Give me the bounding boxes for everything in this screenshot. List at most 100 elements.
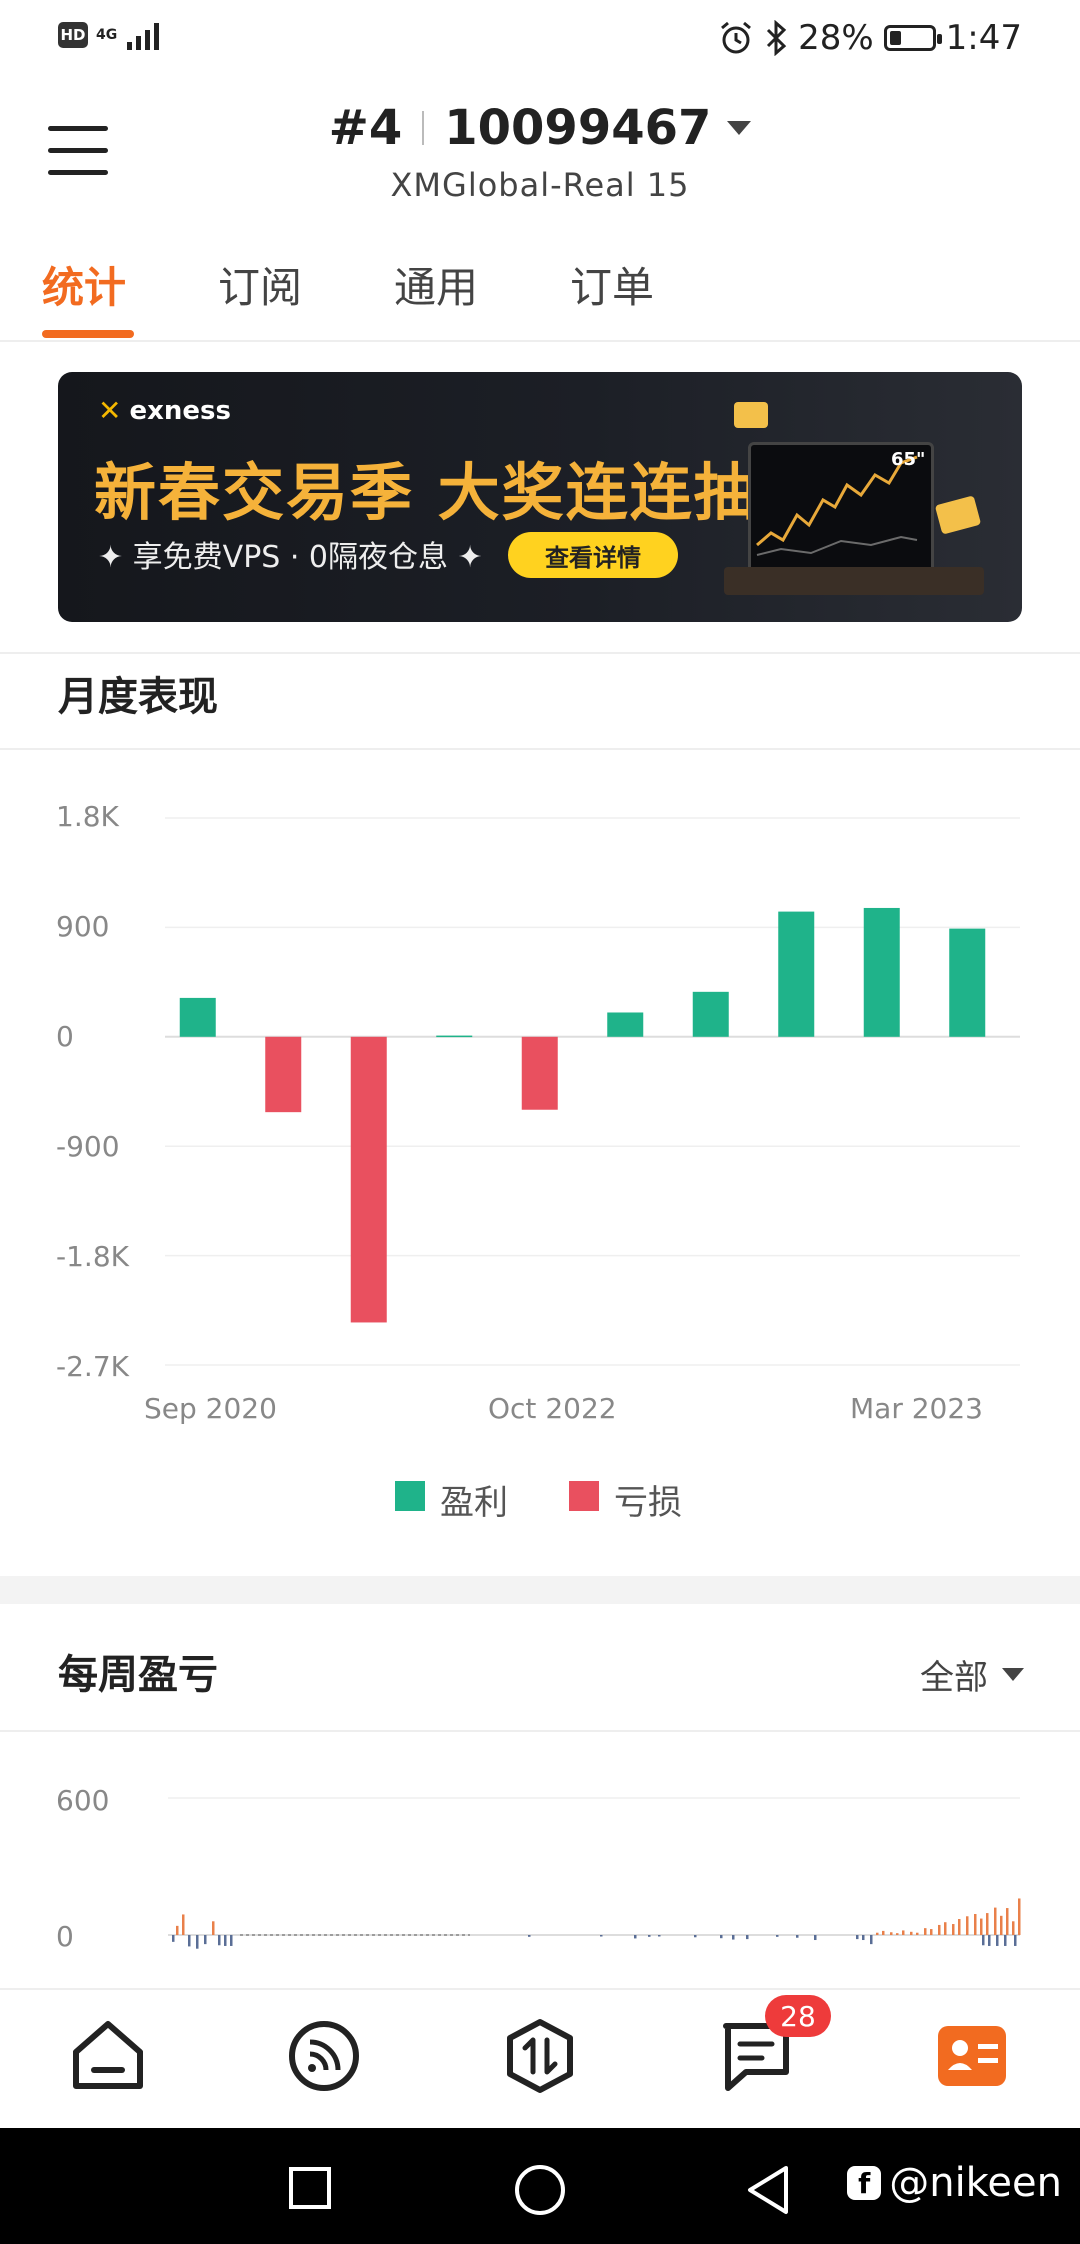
weekly-title: 每周盈亏 bbox=[58, 1652, 218, 1698]
trade-icon[interactable] bbox=[500, 2016, 580, 2096]
active-tab-indicator bbox=[42, 330, 134, 338]
legend-loss-swatch bbox=[569, 1481, 599, 1511]
divider bbox=[0, 652, 1080, 654]
weekly-bar bbox=[910, 1931, 913, 1935]
legend-profit-swatch bbox=[395, 1481, 425, 1511]
account-number: #4 bbox=[328, 100, 403, 156]
section-gap bbox=[0, 1576, 1080, 1604]
server-name: XMGlobal-Real 15 bbox=[390, 166, 690, 204]
weekly-bar bbox=[988, 1935, 991, 1946]
weekly-bar bbox=[1012, 1921, 1015, 1935]
weekly-bar bbox=[172, 1935, 175, 1942]
chart-bar bbox=[863, 907, 900, 1037]
status-right: 28% 1:47 bbox=[718, 18, 1022, 58]
weekly-bar bbox=[944, 1922, 947, 1935]
weekly-bar bbox=[916, 1932, 919, 1935]
weekly-bar bbox=[230, 1935, 233, 1946]
weekly-bar bbox=[974, 1913, 977, 1935]
weekly-bar bbox=[882, 1930, 885, 1935]
weekly-bar bbox=[776, 1935, 779, 1937]
gift-icon bbox=[734, 402, 768, 428]
legend-profit-label: 盈利 bbox=[440, 1483, 508, 1523]
network-label: 4G bbox=[96, 27, 118, 43]
divider bbox=[0, 1730, 1080, 1732]
account-selector[interactable]: #4 10099467 bbox=[0, 98, 1080, 158]
weekly-bar bbox=[902, 1930, 905, 1935]
chart-bar bbox=[179, 997, 216, 1037]
weekly-bar bbox=[1000, 1915, 1003, 1935]
battery-percent: 28% bbox=[798, 18, 874, 58]
weekly-bar bbox=[212, 1921, 215, 1935]
weekly-bar bbox=[1004, 1935, 1007, 1946]
weekly-bar bbox=[958, 1919, 961, 1935]
home-circle-icon[interactable] bbox=[514, 2164, 566, 2216]
weekly-bar bbox=[732, 1935, 735, 1940]
weekly-bar bbox=[694, 1935, 697, 1938]
banner-brand-name: exness bbox=[129, 395, 231, 426]
weekly-bar bbox=[196, 1935, 199, 1949]
weekly-bar bbox=[224, 1935, 227, 1946]
weekly-bar bbox=[204, 1935, 207, 1945]
weekly-bar bbox=[896, 1933, 899, 1935]
feed-icon[interactable] bbox=[284, 2016, 364, 2096]
chart-bar bbox=[265, 1036, 302, 1113]
weekly-chart bbox=[168, 1797, 1021, 1949]
battery-icon bbox=[883, 25, 942, 51]
legend-loss-label: 亏损 bbox=[614, 1483, 682, 1523]
watermark: f @nikeen bbox=[847, 2160, 1062, 2206]
status-bar: HD 4G 28% 1:47 bbox=[0, 0, 1080, 80]
chart-bar bbox=[521, 1036, 558, 1110]
weekly-bar bbox=[188, 1935, 191, 1947]
weekly-bar bbox=[986, 1913, 989, 1935]
exness-logo-icon: ✕ bbox=[98, 394, 122, 427]
weekly-bar bbox=[658, 1935, 661, 1937]
signal-icon bbox=[127, 23, 160, 50]
weekly-bar bbox=[862, 1935, 865, 1941]
back-icon[interactable] bbox=[744, 2164, 792, 2216]
weekly-bar bbox=[176, 1925, 179, 1935]
promo-banner[interactable]: ✕ exness 新春交易季 大奖连连抽 ✦ 享免费VPS · 0隔夜仓息 ✦ … bbox=[58, 372, 1022, 622]
weekly-bar bbox=[600, 1935, 603, 1937]
tab-subscription[interactable]: 订阅 bbox=[218, 254, 302, 315]
hd-icon: HD bbox=[58, 22, 88, 48]
weekly-bar bbox=[966, 1916, 969, 1935]
weekly-filter-dropdown[interactable]: 全部 bbox=[920, 1650, 1024, 1699]
bottom-nav bbox=[0, 1988, 1080, 2130]
tab-orders[interactable]: 订单 bbox=[570, 254, 654, 315]
profile-card-icon[interactable] bbox=[932, 2016, 1012, 2096]
home-icon[interactable] bbox=[68, 2016, 148, 2096]
chart-bar bbox=[350, 1036, 387, 1323]
tab-statistics[interactable]: 统计 bbox=[42, 254, 126, 315]
x-tick: Sep 2020 bbox=[144, 1392, 277, 1425]
banner-headline: 新春交易季 大奖连连抽 bbox=[94, 456, 758, 529]
card-icon bbox=[934, 495, 982, 535]
tab-general[interactable]: 通用 bbox=[394, 254, 478, 315]
weekly-bar bbox=[746, 1935, 749, 1940]
bluetooth-icon bbox=[767, 20, 787, 56]
clock: 1:47 bbox=[945, 18, 1022, 58]
weekly-bar bbox=[996, 1935, 999, 1946]
tv-stand bbox=[724, 567, 984, 595]
chart-bar bbox=[692, 991, 729, 1037]
weekly-bar bbox=[182, 1914, 185, 1935]
weekly-bar bbox=[994, 1907, 997, 1935]
weekly-bar bbox=[634, 1935, 637, 1939]
chart-bar bbox=[436, 1035, 473, 1038]
alarm-icon bbox=[721, 21, 752, 54]
banner-brand: ✕ exness bbox=[98, 394, 231, 427]
watermark-text: @nikeen bbox=[889, 2160, 1062, 2206]
weekly-bar bbox=[1014, 1935, 1017, 1946]
weekly-filter-label: 全部 bbox=[920, 1658, 988, 1698]
monthly-title: 月度表现 bbox=[58, 674, 218, 720]
weekly-bar bbox=[1006, 1908, 1009, 1935]
x-tick: Oct 2022 bbox=[488, 1392, 617, 1425]
weekly-bar bbox=[1018, 1898, 1021, 1935]
monthly-chart bbox=[165, 817, 1020, 1366]
banner-details-button[interactable]: 查看详情 bbox=[508, 532, 678, 578]
chevron-down-icon bbox=[727, 121, 752, 135]
weekly-bar bbox=[980, 1918, 983, 1935]
banner-subline: ✦ 享免费VPS · 0隔夜仓息 ✦ bbox=[98, 540, 483, 575]
weekly-bar bbox=[856, 1935, 859, 1940]
chevron-down-icon bbox=[1002, 1668, 1024, 1681]
recent-apps-icon[interactable] bbox=[288, 2166, 332, 2210]
